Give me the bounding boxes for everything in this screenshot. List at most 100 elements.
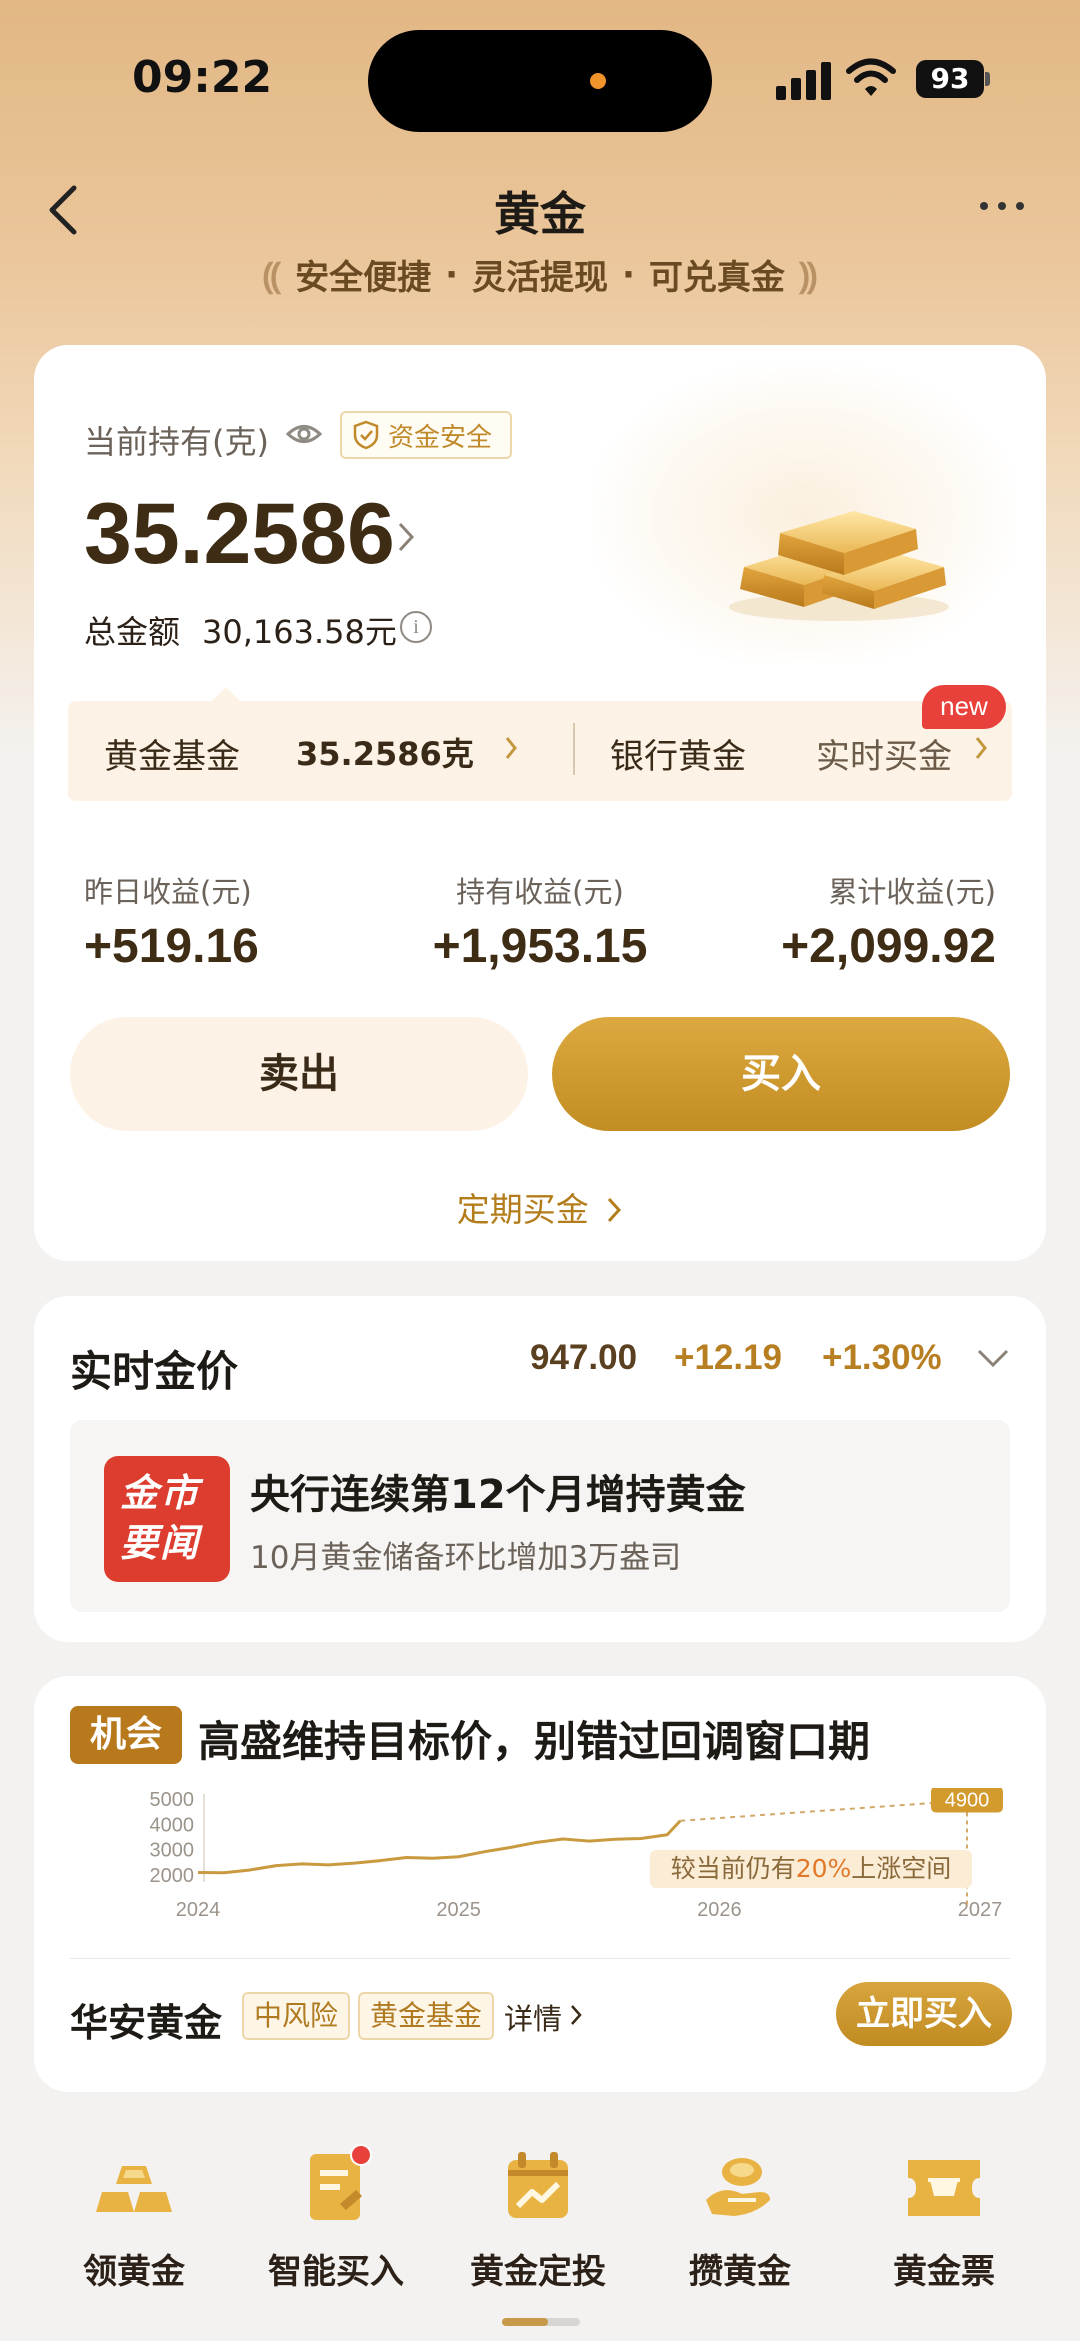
laurel-right-icon: ⸩ xyxy=(798,256,818,297)
stat-value: +1,953.15 xyxy=(432,920,648,973)
holding-type-tabs: 黄金基金 35.2586克 银行黄金 实时买金 xyxy=(68,701,1012,801)
divider xyxy=(70,1958,1010,1959)
y-tick-label: 2000 xyxy=(150,1865,195,1887)
news-title: 央行连续第12个月增持黄金 xyxy=(250,1472,746,1518)
chevron-right-icon[interactable] xyxy=(570,2004,582,2026)
slogan-separator: · xyxy=(445,254,458,295)
regular-buy-label: 定期买金 xyxy=(456,1190,589,1229)
nav-item-save-gold[interactable]: 攒黄金 xyxy=(640,2150,840,2293)
stat-label: 昨日收益(元) xyxy=(84,875,252,909)
opportunity-title[interactable]: 高盛维持目标价，别错过回调窗口期 xyxy=(198,1708,870,1769)
tab-gold-fund[interactable]: 黄金基金 xyxy=(104,729,240,778)
nav-label: 领黄金 xyxy=(83,2252,185,2292)
callout-percent: 20% xyxy=(796,1854,852,1883)
holding-label: 当前持有(克) xyxy=(84,423,269,461)
stat-label: 累计收益(元) xyxy=(828,875,996,909)
stat-holding-income: 持有收益(元) +1,953.15 xyxy=(290,869,790,974)
signal-icon xyxy=(776,60,832,100)
info-icon[interactable]: i xyxy=(400,611,432,643)
holding-card: 当前持有(克) 资金安全 35.2586 总金额 30,163.58元 i 黄金 xyxy=(34,345,1046,1261)
tab-realtime-buy[interactable]: 实时买金 xyxy=(816,729,952,778)
news-logo-line: 要闻 xyxy=(120,1521,201,1565)
tabs-notch xyxy=(212,687,240,701)
fund-type-tag: 黄金基金 xyxy=(358,1992,495,2040)
gold-price-card: 实时金价 947.00 +12.19 +1.30% 金市 要闻 央行连续第12个… xyxy=(34,1296,1046,1642)
risk-tag: 中风险 xyxy=(242,1992,351,2040)
wifi-icon xyxy=(846,58,896,96)
history-line xyxy=(197,1819,682,1875)
battery-icon: 93 xyxy=(916,60,984,98)
y-tick-label: 4000 xyxy=(150,1814,195,1836)
nav-label: 智能买入 xyxy=(268,2252,404,2292)
forecast-line xyxy=(680,1799,968,1822)
chevron-down-icon[interactable] xyxy=(976,1346,1010,1370)
nav-item-smart-buy[interactable]: 智能买入 xyxy=(236,2144,436,2293)
dynamic-island xyxy=(368,30,712,132)
buy-now-button[interactable]: 立即买入 xyxy=(836,1982,1012,2046)
news-item[interactable]: 金市 要闻 央行连续第12个月增持黄金 10月黄金储备环比增加3万盎司 xyxy=(70,1420,1010,1612)
fund-safety-badge[interactable]: 资金安全 xyxy=(340,411,513,459)
page-title: 黄金 xyxy=(494,187,586,241)
eye-icon[interactable] xyxy=(286,419,322,449)
new-badge: new xyxy=(922,685,1006,729)
nav-label: 攒黄金 xyxy=(689,2252,791,2292)
stat-value: +519.16 xyxy=(84,920,259,973)
x-tick-label: 2025 xyxy=(436,1899,481,1921)
nav-label: 黄金定投 xyxy=(470,2252,606,2292)
gold-price-title: 实时金价 xyxy=(70,1347,239,1396)
slogan-item: 安全便捷 xyxy=(295,258,432,298)
tab-bank-gold[interactable]: 银行黄金 xyxy=(610,729,746,778)
hand-coin-icon xyxy=(706,2158,770,2216)
sell-button[interactable]: 卖出 xyxy=(70,1017,528,1131)
fund-detail-link[interactable]: 详情 xyxy=(504,1996,562,2038)
bottom-nav: 领黄金 智能买入 黄金定投 攒黄金 黄金票 xyxy=(0,2144,1080,2310)
gold-price-value: 947.00 xyxy=(530,1338,638,1377)
opportunity-tag: 机会 xyxy=(70,1706,182,1764)
upside-callout: 较当前仍有20%上涨空间 xyxy=(671,1854,952,1883)
gold-news-logo: 金市 要闻 xyxy=(104,1456,230,1582)
nav-item-gold-ticket[interactable]: 黄金票 xyxy=(844,2150,1044,2293)
gold-bars-icon xyxy=(96,2166,172,2212)
y-tick-label: 3000 xyxy=(150,1840,195,1862)
nav-item-claim-gold[interactable]: 领黄金 xyxy=(34,2150,234,2293)
holding-grams[interactable]: 35.2586 xyxy=(84,485,395,584)
laurel-left-icon: ⸨ xyxy=(262,256,282,297)
chevron-right-icon[interactable] xyxy=(974,735,988,761)
status-time: 09:22 xyxy=(132,52,273,103)
x-tick-label: 2024 xyxy=(176,1899,221,1921)
slogan-separator: · xyxy=(622,254,635,295)
target-label: 4900 xyxy=(945,1790,990,1812)
notification-dot xyxy=(350,2144,372,2166)
regular-buy-link[interactable]: 定期买金 xyxy=(34,1183,1046,1231)
stat-label: 持有收益(元) xyxy=(456,875,624,909)
tab-gold-fund-value[interactable]: 35.2586克 xyxy=(296,729,474,775)
chevron-right-icon xyxy=(608,1197,622,1223)
news-subtitle: 10月黄金储备环比增加3万盎司 xyxy=(250,1540,682,1576)
total-amount-value: 30,163.58元 xyxy=(202,613,397,651)
x-tick-label: 2027 xyxy=(958,1899,1003,1921)
x-tick-label: 2026 xyxy=(697,1899,742,1921)
callout-suffix: 上涨空间 xyxy=(851,1854,951,1883)
chevron-right-icon[interactable] xyxy=(396,520,416,554)
shield-check-icon xyxy=(353,420,379,450)
battery-cap xyxy=(985,72,990,86)
calendar-chart-icon xyxy=(508,2152,568,2218)
opportunity-card: 机会 高盛维持目标价，别错过回调窗口期 5000 4000 3000 2000 2024… xyxy=(34,1676,1046,2092)
buy-button[interactable]: 买入 xyxy=(552,1017,1010,1131)
tab-divider xyxy=(573,723,575,775)
slogan-item: 灵活提现 xyxy=(472,258,608,298)
news-logo-line: 金市 xyxy=(120,1471,201,1515)
more-options-button[interactable] xyxy=(980,196,1024,216)
safe-badge-label: 资金安全 xyxy=(388,422,493,453)
fund-name: 华安黄金 xyxy=(70,2001,223,2045)
stat-value: +2,099.92 xyxy=(781,920,996,973)
y-tick-label: 5000 xyxy=(150,1789,195,1811)
total-amount-label: 总金额 xyxy=(84,613,181,651)
ticket-icon xyxy=(908,2160,980,2216)
recording-indicator-icon xyxy=(590,73,606,89)
nav-item-gold-auto-invest[interactable]: 黄金定投 xyxy=(438,2150,638,2293)
gold-bars-illustration xyxy=(729,511,949,621)
nav-label: 黄金票 xyxy=(893,2252,995,2292)
chevron-right-icon[interactable] xyxy=(504,735,518,761)
gold-price-forecast-chart: 5000 4000 3000 2000 2024 2025 2026 2027 4900 较当前仍… xyxy=(150,1788,1003,1921)
